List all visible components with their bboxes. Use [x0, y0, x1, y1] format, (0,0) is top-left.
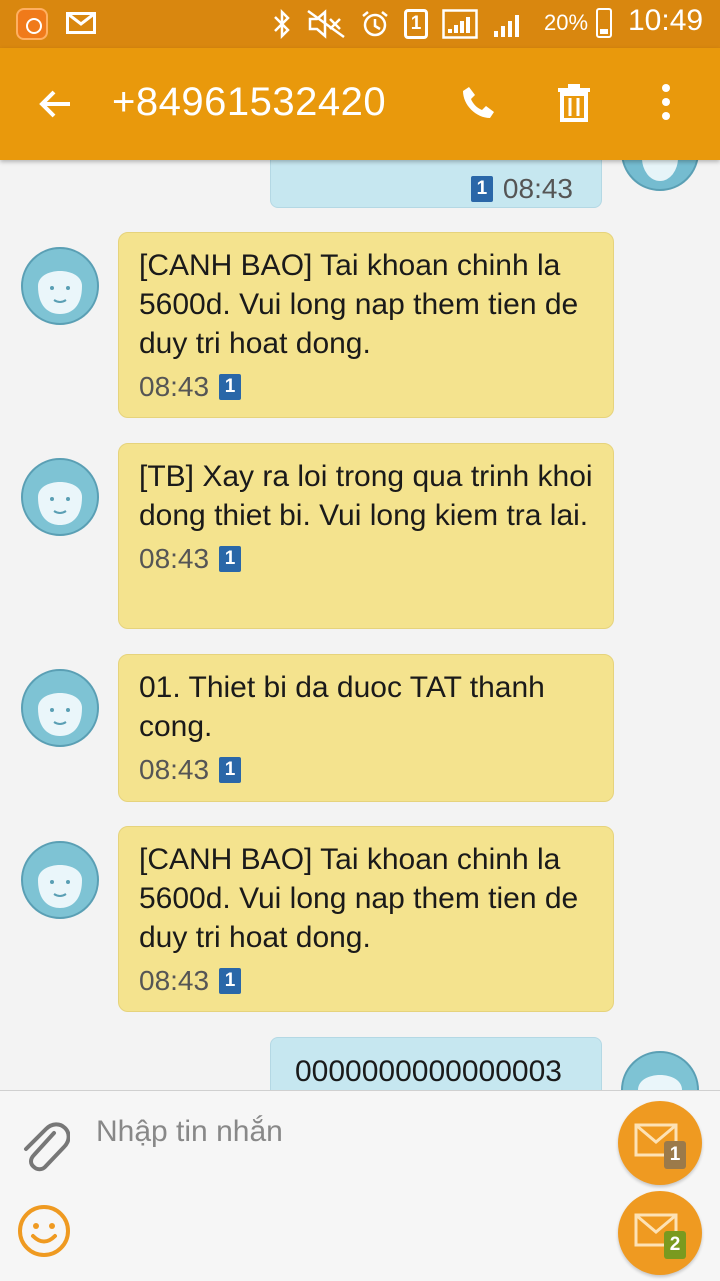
message-time: 08:43	[139, 754, 210, 785]
battery-charging-icon	[596, 8, 612, 38]
sim1-icon: 1	[219, 374, 242, 400]
conversation-header: +84961532420	[0, 48, 720, 160]
message-bubble-outgoing[interactable]: 0000000000000003	[270, 1037, 602, 1090]
sim1-badge: 1	[664, 1141, 686, 1169]
message-time: 08:43	[139, 371, 210, 402]
avatar	[621, 1051, 699, 1090]
contact-number: +84961532420	[112, 80, 387, 124]
message-composer: Nhập tin nhắn 1 2	[0, 1090, 720, 1281]
avatar	[621, 160, 699, 191]
signal-icon	[442, 9, 478, 39]
attach-icon[interactable]	[18, 1119, 70, 1175]
sim2-badge: 2	[664, 1231, 686, 1259]
message-bubble-incoming[interactable]: 01. Thiet bi da duoc TAT thanh cong. 08:…	[118, 654, 614, 802]
avatar	[21, 458, 99, 536]
status-bar: 1 20% 10:49	[0, 0, 720, 48]
battery-percent: 20%	[544, 10, 589, 35]
message-time: 08:43	[502, 173, 573, 204]
bluetooth-icon	[274, 9, 290, 39]
message-text: [CANH BAO] Tai khoan chinh la 5600d. Vui…	[139, 249, 579, 360]
mail-icon	[66, 12, 96, 34]
emoji-icon[interactable]	[16, 1203, 72, 1259]
trash-icon[interactable]	[556, 82, 592, 122]
send-sim1-button[interactable]: 1	[618, 1101, 702, 1185]
message-text: 01. Thiet bi da duoc TAT thanh cong.	[139, 671, 545, 743]
message-time: 08:43	[139, 965, 210, 996]
message-list[interactable]: 1 08:43 [CANH BAO] Tai khoan chinh la 56…	[0, 160, 720, 1090]
avatar	[21, 247, 99, 325]
message-input[interactable]: Nhập tin nhắn	[96, 1115, 283, 1149]
app-notification-icon	[16, 8, 48, 40]
phone-icon[interactable]	[460, 84, 498, 122]
more-vert-icon[interactable]	[660, 82, 672, 122]
back-arrow-icon[interactable]	[36, 84, 76, 124]
sim1-icon: 1	[470, 176, 493, 202]
message-bubble-incoming[interactable]: [TB] Xay ra loi trong qua trinh khoi don…	[118, 443, 614, 629]
clock: 10:49	[628, 4, 704, 37]
sim1-icon: 1	[219, 546, 242, 572]
message-time: 08:43	[139, 543, 210, 574]
message-bubble-outgoing[interactable]: 1 08:43	[270, 160, 602, 208]
mute-icon	[307, 9, 345, 39]
send-sim2-button[interactable]: 2	[618, 1191, 702, 1275]
sim1-icon: 1	[219, 757, 242, 783]
message-text: [TB] Xay ra loi trong qua trinh khoi don…	[139, 460, 593, 532]
sim1-icon: 1	[219, 968, 242, 994]
avatar	[21, 669, 99, 747]
message-text: 0000000000000003	[295, 1055, 562, 1088]
message-bubble-incoming[interactable]: [CANH BAO] Tai khoan chinh la 5600d. Vui…	[118, 232, 614, 418]
avatar	[21, 841, 99, 919]
sim-icon: 1	[404, 9, 428, 39]
signal-icon	[494, 15, 519, 37]
alarm-icon	[362, 11, 388, 37]
message-bubble-incoming[interactable]: [CANH BAO] Tai khoan chinh la 5600d. Vui…	[118, 826, 614, 1012]
message-text: [CANH BAO] Tai khoan chinh la 5600d. Vui…	[139, 843, 579, 954]
